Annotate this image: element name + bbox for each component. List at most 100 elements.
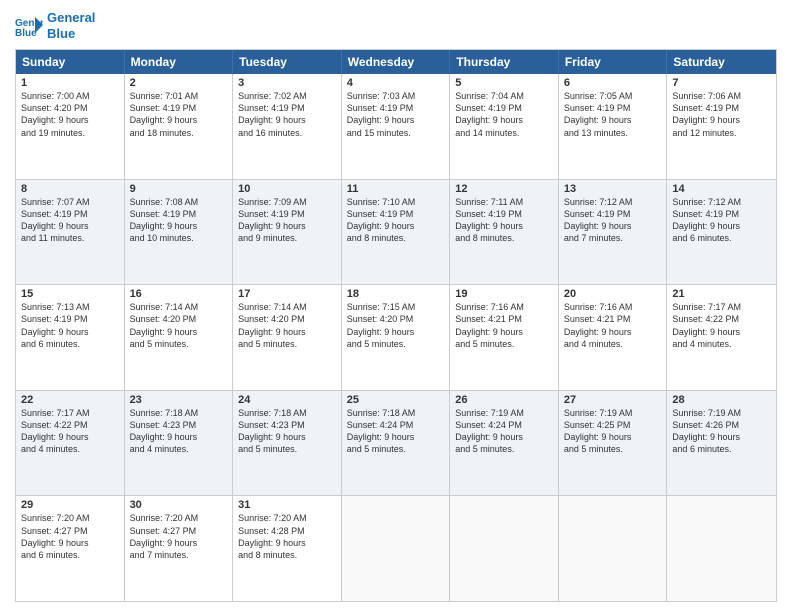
day-number: 2 [130,77,228,89]
day-number: 18 [347,288,445,300]
empty-cell [450,496,559,601]
day-cell-21: 21Sunrise: 7:17 AMSunset: 4:22 PMDayligh… [667,285,776,390]
day-number: 4 [347,77,445,89]
day-number: 8 [21,183,119,195]
cell-info: Sunrise: 7:18 AMSunset: 4:24 PMDaylight:… [347,407,445,456]
day-number: 27 [564,394,662,406]
cell-info: Sunrise: 7:05 AMSunset: 4:19 PMDaylight:… [564,90,662,139]
day-cell-11: 11Sunrise: 7:10 AMSunset: 4:19 PMDayligh… [342,180,451,285]
day-cell-28: 28Sunrise: 7:19 AMSunset: 4:26 PMDayligh… [667,391,776,496]
day-number: 5 [455,77,553,89]
page: General Blue GeneralBlue SundayMondayTue… [0,0,792,612]
cell-info: Sunrise: 7:00 AMSunset: 4:20 PMDaylight:… [21,90,119,139]
day-cell-6: 6Sunrise: 7:05 AMSunset: 4:19 PMDaylight… [559,74,668,179]
calendar-row-2: 8Sunrise: 7:07 AMSunset: 4:19 PMDaylight… [16,179,776,285]
day-number: 26 [455,394,553,406]
cell-info: Sunrise: 7:03 AMSunset: 4:19 PMDaylight:… [347,90,445,139]
cell-info: Sunrise: 7:11 AMSunset: 4:19 PMDaylight:… [455,196,553,245]
day-number: 3 [238,77,336,89]
calendar-row-4: 22Sunrise: 7:17 AMSunset: 4:22 PMDayligh… [16,390,776,496]
cell-info: Sunrise: 7:17 AMSunset: 4:22 PMDaylight:… [672,301,771,350]
day-number: 24 [238,394,336,406]
cell-info: Sunrise: 7:08 AMSunset: 4:19 PMDaylight:… [130,196,228,245]
cell-info: Sunrise: 7:13 AMSunset: 4:19 PMDaylight:… [21,301,119,350]
day-number: 12 [455,183,553,195]
header: General Blue GeneralBlue [15,10,777,41]
day-cell-2: 2Sunrise: 7:01 AMSunset: 4:19 PMDaylight… [125,74,234,179]
header-cell-tuesday: Tuesday [233,50,342,74]
calendar-row-3: 15Sunrise: 7:13 AMSunset: 4:19 PMDayligh… [16,284,776,390]
day-number: 9 [130,183,228,195]
cell-info: Sunrise: 7:06 AMSunset: 4:19 PMDaylight:… [672,90,771,139]
day-cell-14: 14Sunrise: 7:12 AMSunset: 4:19 PMDayligh… [667,180,776,285]
cell-info: Sunrise: 7:07 AMSunset: 4:19 PMDaylight:… [21,196,119,245]
day-cell-4: 4Sunrise: 7:03 AMSunset: 4:19 PMDaylight… [342,74,451,179]
day-number: 1 [21,77,119,89]
logo: General Blue GeneralBlue [15,10,95,41]
day-number: 20 [564,288,662,300]
day-number: 19 [455,288,553,300]
day-cell-18: 18Sunrise: 7:15 AMSunset: 4:20 PMDayligh… [342,285,451,390]
day-cell-16: 16Sunrise: 7:14 AMSunset: 4:20 PMDayligh… [125,285,234,390]
day-cell-17: 17Sunrise: 7:14 AMSunset: 4:20 PMDayligh… [233,285,342,390]
day-number: 7 [672,77,771,89]
cell-info: Sunrise: 7:20 AMSunset: 4:28 PMDaylight:… [238,512,336,561]
day-number: 29 [21,499,119,511]
day-number: 6 [564,77,662,89]
cell-info: Sunrise: 7:19 AMSunset: 4:24 PMDaylight:… [455,407,553,456]
day-cell-24: 24Sunrise: 7:18 AMSunset: 4:23 PMDayligh… [233,391,342,496]
day-number: 17 [238,288,336,300]
day-cell-26: 26Sunrise: 7:19 AMSunset: 4:24 PMDayligh… [450,391,559,496]
cell-info: Sunrise: 7:20 AMSunset: 4:27 PMDaylight:… [21,512,119,561]
day-cell-30: 30Sunrise: 7:20 AMSunset: 4:27 PMDayligh… [125,496,234,601]
header-cell-wednesday: Wednesday [342,50,451,74]
cell-info: Sunrise: 7:12 AMSunset: 4:19 PMDaylight:… [564,196,662,245]
cell-info: Sunrise: 7:14 AMSunset: 4:20 PMDaylight:… [130,301,228,350]
day-number: 13 [564,183,662,195]
header-cell-sunday: Sunday [16,50,125,74]
cell-info: Sunrise: 7:02 AMSunset: 4:19 PMDaylight:… [238,90,336,139]
svg-text:Blue: Blue [15,28,37,37]
calendar-row-1: 1Sunrise: 7:00 AMSunset: 4:20 PMDaylight… [16,74,776,179]
day-number: 22 [21,394,119,406]
cell-info: Sunrise: 7:04 AMSunset: 4:19 PMDaylight:… [455,90,553,139]
day-number: 31 [238,499,336,511]
logo-text: GeneralBlue [47,10,95,41]
logo-icon: General Blue [15,15,43,37]
day-number: 14 [672,183,771,195]
cell-info: Sunrise: 7:14 AMSunset: 4:20 PMDaylight:… [238,301,336,350]
cell-info: Sunrise: 7:16 AMSunset: 4:21 PMDaylight:… [455,301,553,350]
cell-info: Sunrise: 7:10 AMSunset: 4:19 PMDaylight:… [347,196,445,245]
day-cell-22: 22Sunrise: 7:17 AMSunset: 4:22 PMDayligh… [16,391,125,496]
day-cell-9: 9Sunrise: 7:08 AMSunset: 4:19 PMDaylight… [125,180,234,285]
day-number: 23 [130,394,228,406]
cell-info: Sunrise: 7:12 AMSunset: 4:19 PMDaylight:… [672,196,771,245]
day-cell-20: 20Sunrise: 7:16 AMSunset: 4:21 PMDayligh… [559,285,668,390]
day-cell-29: 29Sunrise: 7:20 AMSunset: 4:27 PMDayligh… [16,496,125,601]
day-cell-5: 5Sunrise: 7:04 AMSunset: 4:19 PMDaylight… [450,74,559,179]
day-cell-10: 10Sunrise: 7:09 AMSunset: 4:19 PMDayligh… [233,180,342,285]
day-cell-23: 23Sunrise: 7:18 AMSunset: 4:23 PMDayligh… [125,391,234,496]
empty-cell [559,496,668,601]
empty-cell [667,496,776,601]
header-cell-friday: Friday [559,50,668,74]
cell-info: Sunrise: 7:18 AMSunset: 4:23 PMDaylight:… [238,407,336,456]
day-cell-31: 31Sunrise: 7:20 AMSunset: 4:28 PMDayligh… [233,496,342,601]
cell-info: Sunrise: 7:19 AMSunset: 4:25 PMDaylight:… [564,407,662,456]
cell-info: Sunrise: 7:17 AMSunset: 4:22 PMDaylight:… [21,407,119,456]
header-cell-monday: Monday [125,50,234,74]
header-cell-saturday: Saturday [667,50,776,74]
day-cell-15: 15Sunrise: 7:13 AMSunset: 4:19 PMDayligh… [16,285,125,390]
day-number: 10 [238,183,336,195]
day-cell-12: 12Sunrise: 7:11 AMSunset: 4:19 PMDayligh… [450,180,559,285]
day-number: 15 [21,288,119,300]
cell-info: Sunrise: 7:15 AMSunset: 4:20 PMDaylight:… [347,301,445,350]
day-cell-13: 13Sunrise: 7:12 AMSunset: 4:19 PMDayligh… [559,180,668,285]
day-number: 21 [672,288,771,300]
calendar-row-5: 29Sunrise: 7:20 AMSunset: 4:27 PMDayligh… [16,495,776,601]
cell-info: Sunrise: 7:16 AMSunset: 4:21 PMDaylight:… [564,301,662,350]
calendar: SundayMondayTuesdayWednesdayThursdayFrid… [15,49,777,602]
day-cell-3: 3Sunrise: 7:02 AMSunset: 4:19 PMDaylight… [233,74,342,179]
cell-info: Sunrise: 7:19 AMSunset: 4:26 PMDaylight:… [672,407,771,456]
day-cell-1: 1Sunrise: 7:00 AMSunset: 4:20 PMDaylight… [16,74,125,179]
